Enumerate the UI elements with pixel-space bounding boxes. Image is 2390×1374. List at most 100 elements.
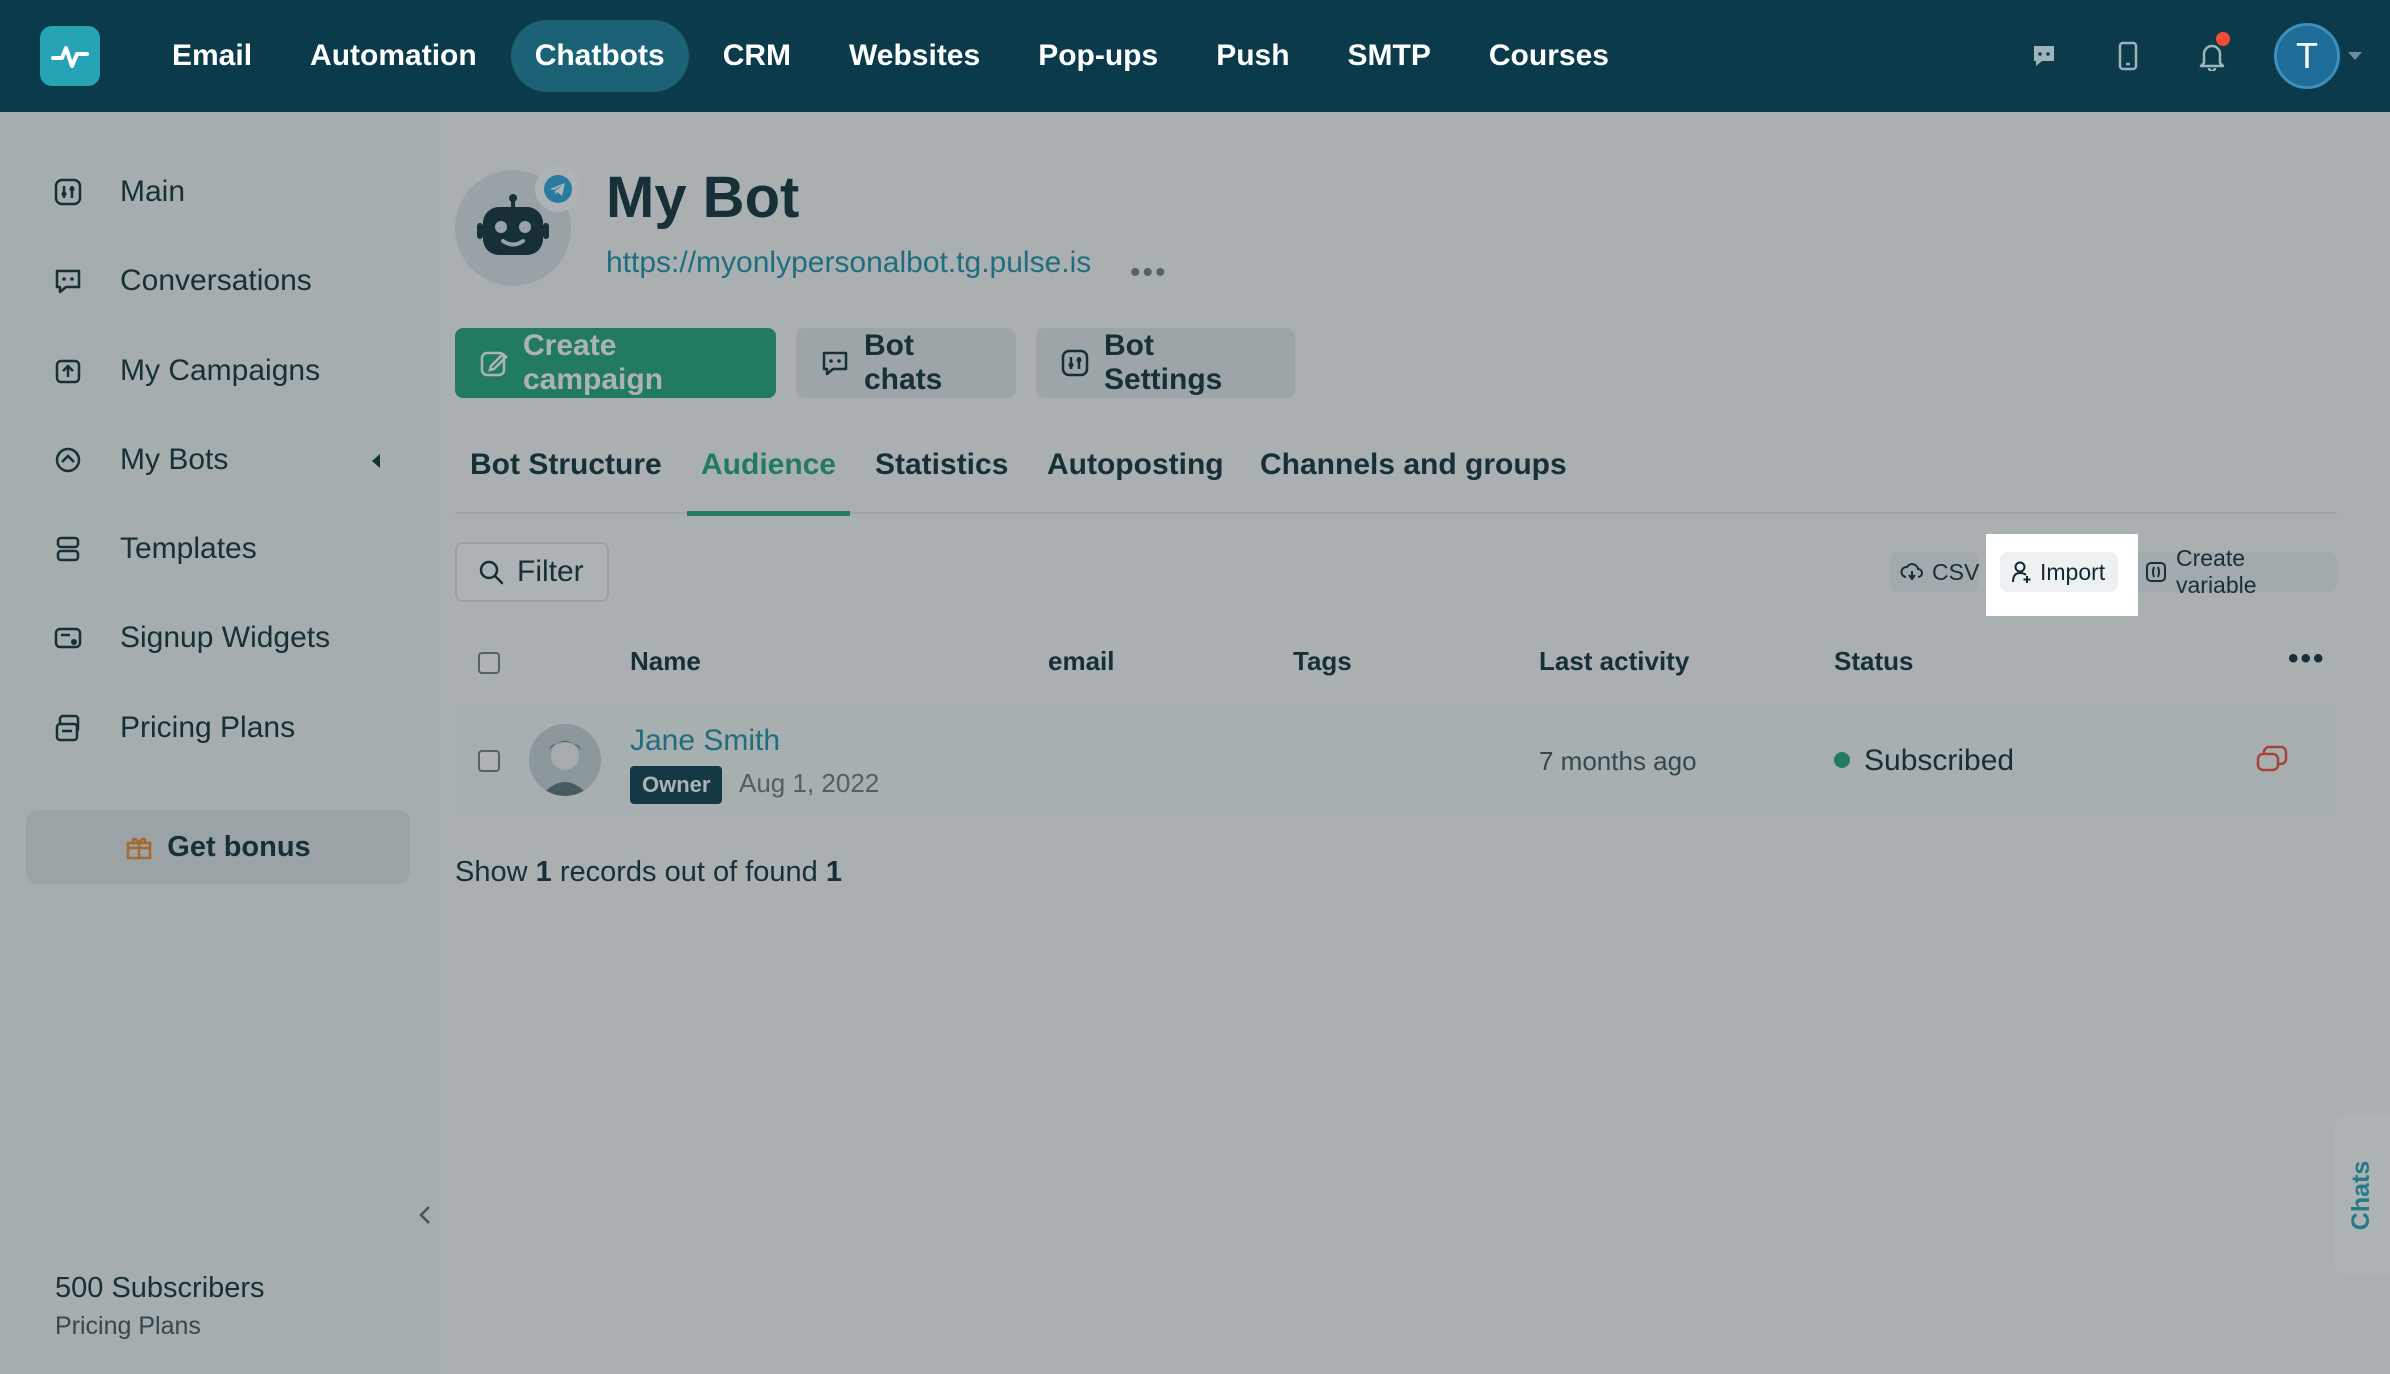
sidebar-item-label: Templates bbox=[120, 532, 257, 565]
main-nav: Email Automation Chatbots CRM Websites P… bbox=[148, 20, 1643, 92]
cloud-download-icon bbox=[1900, 560, 1924, 584]
records-shown: 1 bbox=[535, 856, 552, 888]
user-import-icon bbox=[2010, 560, 2032, 584]
select-all-checkbox[interactable] bbox=[478, 652, 500, 674]
sidebar-item-templates[interactable]: Templates bbox=[50, 519, 390, 579]
status-indicator bbox=[1834, 752, 1850, 768]
settings-sliders-icon bbox=[1060, 348, 1090, 378]
chat-bubbles-icon bbox=[2256, 745, 2288, 772]
subscriber-name-link[interactable]: Jane Smith bbox=[630, 724, 780, 758]
get-bonus-button[interactable]: Get bonus bbox=[26, 810, 410, 884]
nav-crm[interactable]: CRM bbox=[699, 20, 815, 92]
status-badge: Subscribed bbox=[1864, 744, 2015, 777]
table-row[interactable]: Jane Smith Owner Aug 1, 2022 7 months ag… bbox=[455, 706, 2337, 816]
nav-courses[interactable]: Courses bbox=[1465, 20, 1633, 92]
subscribers-count: 500 Subscribers bbox=[55, 1272, 265, 1304]
sidebar-item-main[interactable]: Main bbox=[50, 162, 390, 222]
nav-websites[interactable]: Websites bbox=[825, 20, 1004, 92]
chevron-left-icon[interactable] bbox=[372, 454, 380, 468]
chevron-left-icon bbox=[419, 1206, 430, 1224]
column-tags[interactable]: Tags bbox=[1293, 646, 1352, 677]
mobile-icon bbox=[2118, 41, 2138, 71]
sidebar-item-my-campaigns[interactable]: My Campaigns bbox=[50, 341, 390, 401]
column-name[interactable]: Name bbox=[630, 646, 701, 677]
nav-chatbots[interactable]: Chatbots bbox=[510, 20, 689, 92]
records-prefix: Show bbox=[455, 856, 528, 888]
sidebar-item-conversations[interactable]: Conversations bbox=[50, 251, 390, 311]
bot-tabs: Bot Structure Audience Statistics Autopo… bbox=[455, 440, 2337, 516]
variable-icon bbox=[2144, 560, 2168, 584]
column-email[interactable]: email bbox=[1048, 646, 1115, 677]
csv-export-button[interactable]: CSV bbox=[1890, 552, 1979, 592]
tab-audience[interactable]: Audience bbox=[686, 440, 851, 516]
sidebar-item-signup-widgets[interactable]: Signup Widgets bbox=[50, 608, 390, 668]
avatar bbox=[529, 724, 601, 796]
more-options-icon[interactable]: ••• bbox=[1130, 256, 1168, 290]
bot-url-link[interactable]: https://myonlypersonalbot.tg.pulse.is bbox=[606, 246, 1091, 280]
telegram-icon bbox=[544, 175, 572, 203]
nav-push[interactable]: Push bbox=[1192, 20, 1313, 92]
chat-bubble-icon bbox=[820, 348, 850, 378]
nav-email[interactable]: Email bbox=[148, 20, 276, 92]
sidebar: Main Conversations My Campaigns My Bots … bbox=[0, 112, 440, 1374]
top-icons: T bbox=[2002, 0, 2362, 112]
column-status[interactable]: Status bbox=[1834, 646, 1913, 677]
column-last-activity[interactable]: Last activity bbox=[1539, 646, 1689, 677]
row-checkbox[interactable] bbox=[478, 750, 500, 772]
pulse-logo-icon bbox=[51, 46, 89, 68]
nav-popups[interactable]: Pop-ups bbox=[1014, 20, 1182, 92]
tab-channels-and-groups[interactable]: Channels and groups bbox=[1260, 440, 1567, 514]
pricing-plans-link[interactable]: Pricing Plans bbox=[55, 1312, 201, 1341]
mobile-app-button[interactable] bbox=[2086, 0, 2170, 112]
chat-bubble-icon bbox=[50, 263, 86, 299]
create-campaign-button[interactable]: Create campaign bbox=[455, 328, 776, 398]
notification-dot bbox=[2216, 32, 2230, 46]
templates-icon bbox=[50, 531, 86, 567]
open-chat-button[interactable] bbox=[2255, 744, 2289, 776]
dashboard-icon bbox=[50, 174, 86, 210]
chats-widget-tab[interactable]: Chats bbox=[2334, 1114, 2390, 1276]
chevron-down-icon[interactable] bbox=[2348, 52, 2362, 60]
import-button[interactable]: Import bbox=[2000, 552, 2118, 592]
gift-icon bbox=[125, 833, 153, 861]
bot-settings-label: Bot Settings bbox=[1104, 329, 1223, 396]
create-variable-label: Create variable bbox=[2176, 545, 2257, 598]
more-options-icon[interactable]: ••• bbox=[2288, 642, 2326, 676]
person-avatar-icon bbox=[529, 724, 601, 796]
bot-chats-label: Bot chats bbox=[864, 329, 943, 396]
owner-badge: Owner bbox=[630, 766, 723, 804]
app-logo[interactable] bbox=[40, 26, 100, 86]
last-activity-value: 7 months ago bbox=[1539, 746, 1697, 776]
user-avatar[interactable]: T bbox=[2274, 23, 2340, 89]
filter-button[interactable]: Filter bbox=[455, 542, 609, 602]
nav-smtp[interactable]: SMTP bbox=[1324, 20, 1455, 92]
bot-chats-button[interactable]: Bot chats bbox=[796, 328, 1016, 398]
top-navigation-bar: Email Automation Chatbots CRM Websites P… bbox=[0, 0, 2390, 112]
sidebar-item-my-bots[interactable]: My Bots bbox=[50, 430, 390, 490]
sidebar-item-label: My Campaigns bbox=[120, 354, 321, 387]
sidebar-item-label: My Bots bbox=[120, 443, 229, 476]
notifications-button[interactable] bbox=[2170, 0, 2254, 112]
sidebar-item-label: Main bbox=[120, 175, 186, 208]
support-chat-button[interactable] bbox=[2002, 0, 2086, 112]
create-variable-button[interactable]: Create variable bbox=[2134, 545, 2337, 598]
sidebar-item-label: Signup Widgets bbox=[120, 621, 331, 654]
chat-icon bbox=[2034, 46, 2054, 66]
tab-statistics[interactable]: Statistics bbox=[875, 440, 1008, 514]
tab-autoposting[interactable]: Autoposting bbox=[1047, 440, 1224, 514]
pricing-icon bbox=[50, 710, 86, 746]
records-found: 1 bbox=[825, 856, 842, 888]
bot-avatar bbox=[455, 166, 581, 286]
get-bonus-label: Get bonus bbox=[167, 830, 311, 863]
collapse-sidebar-button[interactable] bbox=[410, 1200, 440, 1230]
campaign-icon bbox=[50, 353, 86, 389]
sidebar-item-pricing-plans[interactable]: Pricing Plans bbox=[50, 698, 390, 758]
telegram-badge bbox=[535, 166, 581, 212]
sidebar-item-label: Conversations bbox=[120, 264, 312, 297]
tab-bot-structure[interactable]: Bot Structure bbox=[470, 440, 662, 514]
page-title: My Bot bbox=[606, 165, 800, 230]
records-summary: Show 1 records out of found 1 bbox=[455, 856, 842, 889]
nav-automation[interactable]: Automation bbox=[286, 20, 501, 92]
bot-settings-button[interactable]: Bot Settings bbox=[1036, 328, 1295, 398]
sidebar-item-label: Pricing Plans bbox=[120, 711, 296, 744]
